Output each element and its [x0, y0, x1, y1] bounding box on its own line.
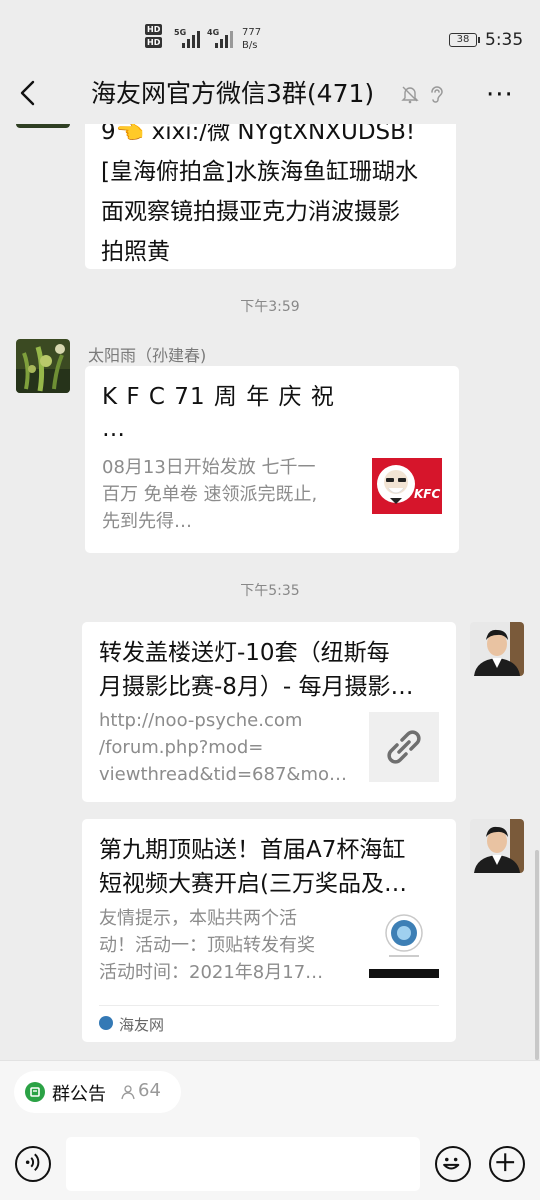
- more-functions-button[interactable]: [489, 1146, 525, 1182]
- message-text-line: 面观察镜拍摄亚克力消波摄影: [101, 199, 400, 225]
- sender-name: 太阳雨（孙建春): [88, 346, 207, 365]
- contest-link-card[interactable]: 第九期顶贴送！首届A7杯海缸 短视频大赛开启(三万奖品及… 友情提示，本贴共两个…: [82, 819, 456, 1042]
- card-description: 08月13日开始发放 七千一: [102, 457, 316, 478]
- sender-avatar-flower[interactable]: [16, 339, 70, 393]
- person-icon: [121, 1085, 135, 1100]
- card-title: 转发盖楼送灯-10套（纽斯每: [99, 640, 390, 666]
- status-bar: HD HD 5G 4G 777 B/s 38 5:35: [0, 0, 540, 64]
- card-title: 月摄影比赛-8月）- 每月摄影…: [99, 674, 414, 700]
- card-description: 百万 免单卷 速领派完既止,: [102, 484, 318, 505]
- network-speed: 777 B/s: [242, 27, 262, 51]
- colonel-logo-icon: [377, 465, 415, 504]
- card-source-name: 海友网: [119, 1016, 165, 1034]
- card-description: 友情提示，本贴共两个活: [99, 908, 297, 929]
- card-title: 短视频大赛开启(三万奖品及…: [99, 871, 407, 897]
- emoji-button[interactable]: [435, 1146, 471, 1182]
- group-notice-button[interactable]: 群公告 64: [14, 1071, 181, 1113]
- timestamp: 下午5:35: [240, 583, 300, 599]
- link-thumbnail: [369, 712, 439, 782]
- hd-indicator: HD HD: [145, 24, 163, 48]
- card-title: K F C 71 周 年 庆 祝: [102, 384, 335, 410]
- plus-icon: [496, 1153, 515, 1172]
- announcement-icon: [25, 1082, 45, 1102]
- notice-count: 64: [138, 1080, 161, 1101]
- sender-avatar[interactable]: [16, 124, 70, 128]
- clock: 5:35: [485, 30, 524, 50]
- card-link-url: viewthread&tid=687&mo…: [99, 764, 347, 785]
- title-bar: 海友网官方微信3群(471) ···: [0, 64, 540, 124]
- signal-strength-icon-2: [215, 28, 233, 48]
- self-avatar[interactable]: [470, 819, 524, 873]
- contest-thumbnail: [369, 909, 439, 979]
- text-message-bubble[interactable]: 9👈 xixi:/微 NYgtXNXUDSB! [皇海俯拍盒]水族海鱼缸珊瑚水 …: [85, 124, 456, 269]
- profile-photo-icon: [470, 622, 524, 676]
- more-options-button[interactable]: ···: [486, 82, 514, 108]
- card-description: 动！活动一：顶贴转发有奖: [99, 935, 315, 956]
- chain-link-icon: [387, 730, 421, 764]
- emoji-face-icon: [443, 1157, 460, 1170]
- flower-photo-icon: [16, 339, 70, 393]
- source-logo-icon: [99, 1016, 113, 1030]
- message-text-line: 9👈 xixi:/微 NYgtXNXUDSB!: [101, 124, 416, 145]
- kfc-logo-text: KFC: [414, 487, 441, 501]
- chat-title: 海友网官方微信3群(471): [91, 79, 375, 108]
- message-input[interactable]: [66, 1137, 420, 1191]
- card-divider: [99, 1005, 439, 1006]
- card-link-url: /forum.php?mod=: [99, 737, 264, 758]
- self-avatar[interactable]: [470, 622, 524, 676]
- scrollbar[interactable]: [535, 850, 539, 1060]
- group-notice-label: 群公告: [52, 1084, 106, 1105]
- voice-input-button[interactable]: [15, 1146, 51, 1182]
- back-arrow-icon[interactable]: [14, 78, 44, 108]
- earpiece-mode-icon: [431, 86, 443, 103]
- kfc-link-card[interactable]: K F C 71 周 年 庆 祝 … 08月13日开始发放 七千一 百万 免单卷…: [85, 366, 459, 553]
- a7-cup-logo-icon: [369, 914, 439, 978]
- battery-icon: 38: [449, 33, 480, 47]
- mute-bell-icon: [401, 86, 419, 104]
- message-list[interactable]: 9👈 xixi:/微 NYgtXNXUDSB! [皇海俯拍盒]水族海鱼缸珊瑚水 …: [0, 124, 540, 1060]
- timestamp: 下午3:59: [240, 299, 300, 315]
- message-text-line: 拍照黄: [101, 239, 170, 265]
- card-title: 第九期顶贴送！首届A7杯海缸: [99, 837, 406, 863]
- card-description: 先到先得…: [102, 511, 192, 532]
- kfc-logo-thumbnail: KFC: [372, 458, 442, 514]
- message-text-line: [皇海俯拍盒]水族海鱼缸珊瑚水: [101, 159, 418, 185]
- voice-icon: [25, 1153, 40, 1171]
- card-title-ellipsis: …: [102, 416, 125, 442]
- signal-strength-icon: [182, 28, 200, 48]
- profile-photo-icon: [470, 819, 524, 873]
- input-bar: 群公告 64: [0, 1060, 540, 1200]
- forum-link-card[interactable]: 转发盖楼送灯-10套（纽斯每 月摄影比赛-8月）- 每月摄影… http://n…: [82, 622, 456, 802]
- card-description: 活动时间：2021年8月17…: [99, 962, 324, 983]
- card-link-url: http://noo-psyche.com: [99, 710, 303, 731]
